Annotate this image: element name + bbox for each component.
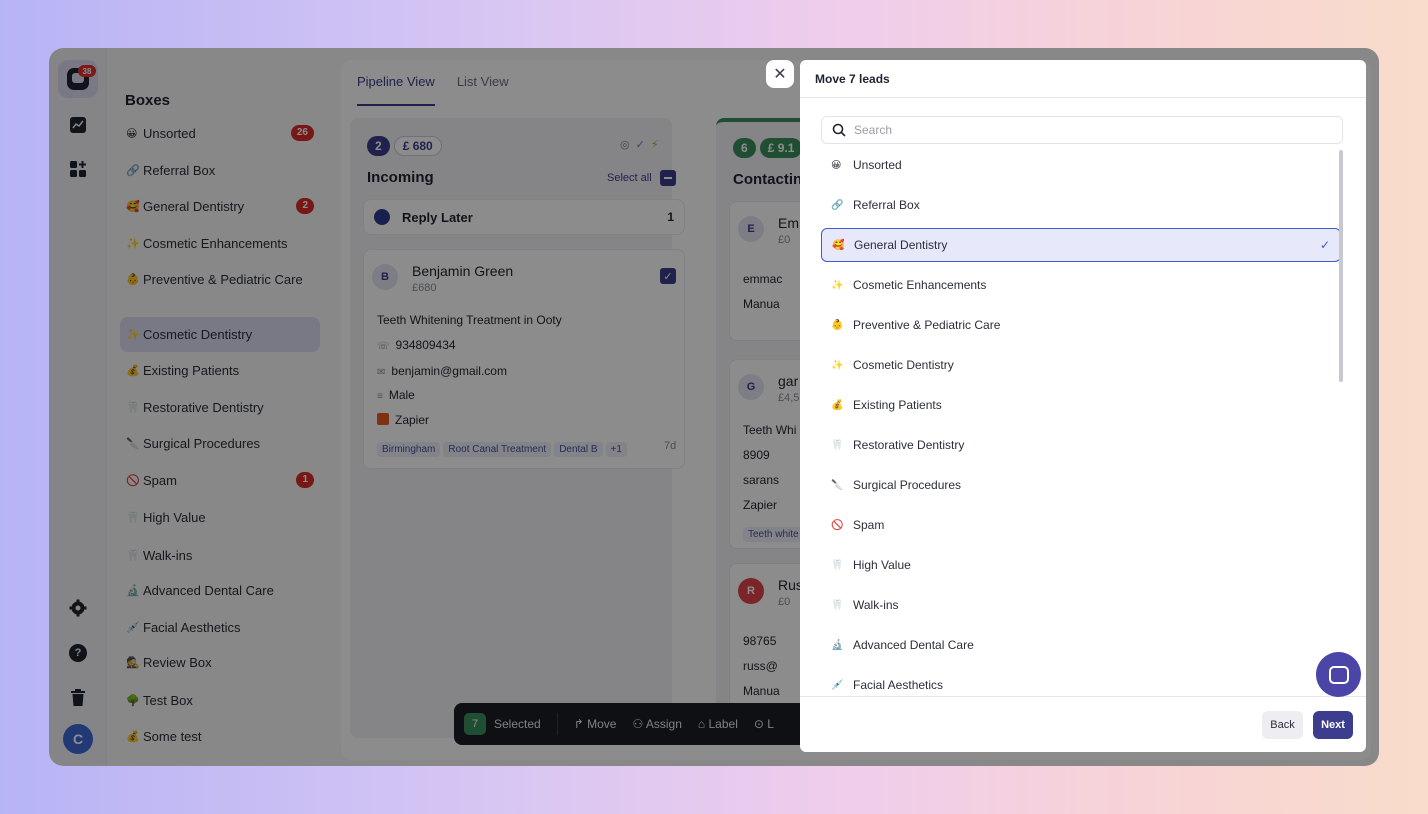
- microscope-icon: 🔬: [831, 639, 844, 651]
- move-leads-panel: Move 7 leads 😀 Unsorted 🔗 Referral Box 🥰 Ge…: [800, 60, 1366, 752]
- close-icon: ✕: [773, 66, 787, 83]
- baby-icon: 👶: [831, 319, 844, 331]
- option-unsorted[interactable]: 😀 Unsorted: [821, 148, 1341, 182]
- tooth-icon: 🦷: [831, 599, 844, 611]
- option-label: Referral Box: [853, 198, 920, 212]
- option-label: Unsorted: [853, 158, 902, 172]
- link-icon: 🔗: [831, 199, 844, 211]
- option-general-dentistry[interactable]: 🥰 General Dentistry ✓: [821, 228, 1341, 262]
- search-input[interactable]: [854, 123, 1314, 137]
- panel-title: Move 7 leads: [800, 60, 1366, 98]
- option-label: Restorative Dentistry: [853, 438, 965, 452]
- option-cosmetic-dentistry[interactable]: ✨ Cosmetic Dentistry: [821, 348, 1341, 382]
- sparkles-icon: ✨: [831, 279, 844, 291]
- option-advanced-dental-care[interactable]: 🔬 Advanced Dental Care: [821, 628, 1341, 662]
- option-label: Facial Aesthetics: [853, 678, 944, 692]
- option-label: Walk-ins: [853, 598, 899, 612]
- list-scrollbar[interactable]: [1339, 150, 1343, 382]
- option-label: High Value: [853, 558, 911, 572]
- sparkles-icon: ✨: [831, 359, 844, 371]
- option-label: Cosmetic Enhancements: [853, 278, 987, 292]
- check-icon: ✓: [1319, 238, 1330, 252]
- option-preventive-pediatric-care[interactable]: 👶 Preventive & Pediatric Care: [821, 308, 1341, 342]
- knife-icon: 🔪: [831, 479, 844, 491]
- option-referral-box[interactable]: 🔗 Referral Box: [821, 188, 1341, 222]
- option-label: Advanced Dental Care: [853, 638, 974, 652]
- prohibited-icon: 🚫: [831, 519, 844, 531]
- next-button[interactable]: Next: [1313, 711, 1353, 739]
- smiling-hearts-icon: 🥰: [832, 239, 845, 251]
- option-label: Existing Patients: [853, 398, 942, 412]
- syringe-icon: 💉: [831, 679, 844, 691]
- option-facial-aesthetics[interactable]: 💉 Facial Aesthetics: [821, 668, 1341, 694]
- tooth-icon: 🦷: [831, 559, 844, 571]
- option-label: Spam: [853, 518, 885, 532]
- panel-footer: Back Next: [800, 696, 1366, 752]
- search-field[interactable]: [821, 116, 1343, 144]
- close-button[interactable]: ✕: [766, 60, 794, 88]
- back-button[interactable]: Back: [1262, 711, 1303, 739]
- option-label: Preventive & Pediatric Care: [853, 318, 1001, 332]
- option-cosmetic-enhancements[interactable]: ✨ Cosmetic Enhancements: [821, 268, 1341, 302]
- grinning-face-icon: 😀: [831, 159, 842, 171]
- search-icon: [832, 123, 846, 137]
- option-existing-patients[interactable]: 💰 Existing Patients: [821, 388, 1341, 422]
- option-label: General Dentistry: [854, 238, 948, 252]
- option-restorative-dentistry[interactable]: 🦷 Restorative Dentistry: [821, 428, 1341, 462]
- option-surgical-procedures[interactable]: 🔪 Surgical Procedures: [821, 468, 1341, 502]
- option-spam[interactable]: 🚫 Spam: [821, 508, 1341, 542]
- tooth-icon: 🦷: [831, 439, 844, 451]
- box-option-list: 😀 Unsorted 🔗 Referral Box 🥰 General Dentist…: [821, 148, 1341, 694]
- chat-icon: [1328, 665, 1349, 684]
- option-high-value[interactable]: 🦷 High Value: [821, 548, 1341, 582]
- chat-button[interactable]: [1316, 652, 1361, 697]
- option-walk-ins[interactable]: 🦷 Walk-ins: [821, 588, 1341, 622]
- option-label: Cosmetic Dentistry: [853, 358, 954, 372]
- money-bag-icon: 💰: [831, 399, 844, 411]
- option-label: Surgical Procedures: [853, 478, 962, 492]
